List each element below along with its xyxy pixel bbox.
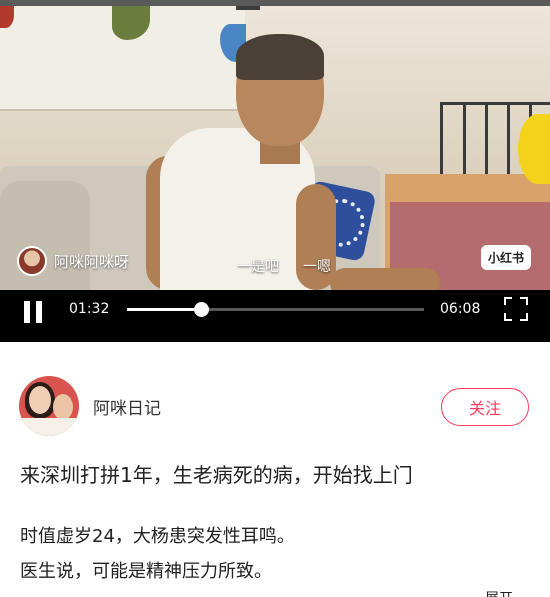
scene-yellow-toy xyxy=(518,114,550,184)
post-body-line: 时值虚岁24，大杨患突发性耳鸣。 xyxy=(20,526,295,547)
progress-fill xyxy=(127,308,202,311)
video-author-name[interactable]: 阿咪阿咪呀 xyxy=(54,251,129,272)
video-author-avatar[interactable] xyxy=(17,246,47,276)
expand-link[interactable]: 展开 xyxy=(485,588,513,597)
video-player[interactable]: 阿咪阿咪呀 一是吧 一嗯 小红书 01:32 06:08 xyxy=(0,0,550,342)
person-hair xyxy=(236,34,324,80)
post-title: 来深圳打拼1年，生老病死的病，开始找上门 xyxy=(20,463,413,487)
video-frame[interactable] xyxy=(0,6,550,290)
fullscreen-icon[interactable] xyxy=(504,297,528,321)
person-hand xyxy=(330,268,440,290)
video-controls: 01:32 06:08 xyxy=(0,290,550,340)
scene-world-map xyxy=(0,6,246,111)
progress-thumb[interactable] xyxy=(194,302,210,317)
current-time: 01:32 xyxy=(69,301,110,317)
brand-watermark: 小红书 xyxy=(481,245,531,270)
subtitle-text: 一是吧 xyxy=(237,259,279,275)
pause-icon[interactable] xyxy=(22,301,44,323)
scene-sofa-arm xyxy=(0,181,90,290)
author-name[interactable]: 阿咪日记 xyxy=(93,394,161,419)
post-body-line: 医生说，可能是精神压力所致。 xyxy=(20,561,272,582)
progress-bar[interactable] xyxy=(127,302,424,317)
follow-button[interactable]: 关注 xyxy=(441,388,529,426)
total-time: 06:08 xyxy=(440,301,481,317)
scene-lamp xyxy=(236,6,260,10)
author-avatar[interactable] xyxy=(19,376,79,436)
subtitle-text: 一嗯 xyxy=(303,259,331,275)
